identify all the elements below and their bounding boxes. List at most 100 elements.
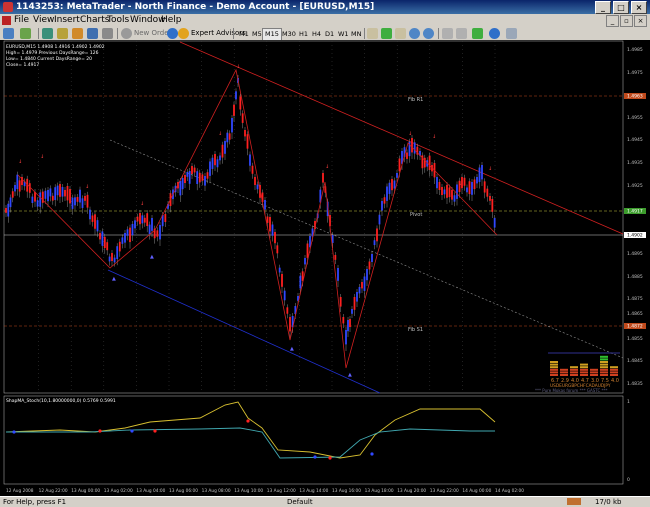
menu-view[interactable]: View bbox=[33, 15, 54, 25]
candle bbox=[413, 142, 416, 154]
candle bbox=[491, 199, 494, 212]
fib-r1-label: Fib R1 bbox=[408, 97, 423, 103]
market-watch-icon[interactable] bbox=[42, 28, 53, 39]
currency-strength-meter: 6.7 2.9 4.0 4.7 3.0 7.5 4.0 USDEURGBPCHF… bbox=[535, 352, 620, 393]
candle bbox=[351, 309, 353, 314]
candle bbox=[193, 167, 196, 173]
strength-bar bbox=[590, 371, 598, 374]
time-label: 14 Aug 00:00 bbox=[462, 488, 491, 494]
price-label: 1.4925 bbox=[627, 183, 643, 189]
strength-bar bbox=[580, 363, 588, 366]
candle bbox=[347, 320, 349, 332]
candle bbox=[251, 165, 254, 174]
candle bbox=[47, 190, 49, 202]
maximize-button[interactable]: □ bbox=[613, 1, 629, 14]
strategy-tester-icon[interactable] bbox=[102, 28, 113, 39]
candle bbox=[56, 185, 59, 196]
candle bbox=[451, 190, 453, 200]
candle bbox=[11, 191, 14, 198]
chart-info: EURUSD,M15 1.4908 1.4916 1.4902 1.4902 H… bbox=[6, 44, 105, 68]
strength-bar bbox=[570, 374, 578, 376]
chart-window-icon[interactable] bbox=[2, 16, 11, 25]
indicators-icon[interactable] bbox=[472, 28, 483, 39]
templates-icon[interactable] bbox=[506, 28, 517, 39]
time-label: 13 Aug 14:00 bbox=[299, 488, 328, 494]
bid-price-tag-text: 1.4902 bbox=[627, 233, 643, 239]
strength-bar bbox=[600, 366, 608, 369]
blue-trendline[interactable] bbox=[107, 269, 381, 394]
chart-info-line: Low= 1.4840 Current DaysRange= 20 bbox=[6, 56, 92, 62]
candle bbox=[386, 186, 388, 201]
price-label: 1.4865 bbox=[627, 311, 643, 317]
candle bbox=[304, 258, 306, 265]
price-label: 1.4875 bbox=[627, 296, 643, 302]
expert-advisors-icon[interactable] bbox=[178, 28, 189, 39]
indicator-cross-marker bbox=[313, 455, 317, 459]
close-button[interactable]: × bbox=[631, 1, 647, 14]
candle bbox=[206, 172, 209, 179]
chart-shift-icon[interactable] bbox=[456, 28, 467, 39]
strength-bar bbox=[600, 368, 608, 371]
profiles-icon[interactable] bbox=[20, 28, 31, 39]
candle bbox=[179, 181, 182, 196]
candle bbox=[235, 91, 237, 100]
candle bbox=[126, 229, 129, 236]
navigator-icon[interactable] bbox=[57, 28, 68, 39]
zoom-out-icon[interactable] bbox=[423, 28, 434, 39]
candle bbox=[276, 245, 279, 254]
candle bbox=[299, 275, 302, 289]
candle bbox=[226, 132, 229, 143]
bar-chart-icon[interactable] bbox=[367, 28, 378, 39]
title-bar: 1143253: MetaTrader - North Finance - De… bbox=[0, 0, 650, 14]
candle bbox=[209, 161, 211, 176]
zoom-in-icon[interactable] bbox=[409, 28, 420, 39]
data-window-icon[interactable] bbox=[72, 28, 83, 39]
price-axis: 1.4985 1.4975 1.4955 1.4945 1.4935 1.492… bbox=[624, 47, 646, 387]
candle bbox=[84, 196, 86, 201]
candle bbox=[353, 297, 356, 310]
indicator-scale-bottom: 0 bbox=[627, 477, 630, 483]
metaeditor-icon[interactable] bbox=[167, 28, 178, 39]
candle bbox=[398, 158, 401, 172]
candle bbox=[118, 241, 121, 252]
menu-help[interactable]: Help bbox=[161, 15, 182, 25]
strength-bar bbox=[580, 368, 588, 371]
price-chart[interactable]: ↓ ↓ ↓ ▲ ↓ ▲ ↓ ↓ ▲ ↓ ▲ ↓ ↓ ↓ ↓ EURUSD,M15 1.4908 1.4916… bbox=[0, 40, 650, 496]
menu-insert[interactable]: Insert bbox=[54, 15, 80, 25]
candle bbox=[5, 208, 7, 213]
line-chart-icon[interactable] bbox=[395, 28, 406, 39]
candle bbox=[322, 173, 324, 183]
candle bbox=[7, 203, 10, 217]
red-trendline[interactable] bbox=[179, 41, 624, 235]
minimize-button[interactable]: _ bbox=[595, 1, 611, 14]
new-chart-icon[interactable] bbox=[3, 28, 14, 39]
signal-arrow: ↓ bbox=[218, 131, 222, 137]
candle bbox=[269, 217, 271, 232]
time-label: 12 Aug 2008 bbox=[6, 488, 34, 494]
mdi-restore-button[interactable]: ▫ bbox=[620, 15, 633, 27]
strength-bar bbox=[550, 361, 558, 363]
mdi-close-button[interactable]: × bbox=[634, 15, 647, 27]
menu-file[interactable]: File bbox=[14, 15, 29, 25]
time-label: 13 Aug 16:00 bbox=[332, 488, 361, 494]
periods-icon[interactable] bbox=[489, 28, 500, 39]
menu-tools[interactable]: Tools bbox=[107, 15, 129, 25]
tile-windows-icon[interactable] bbox=[442, 28, 453, 39]
terminal-icon[interactable] bbox=[87, 28, 98, 39]
candle bbox=[31, 196, 34, 203]
signal-arrow: ↓ bbox=[325, 164, 329, 170]
candle bbox=[221, 144, 224, 158]
mdi-minimize-button[interactable]: _ bbox=[606, 15, 619, 27]
menu-charts[interactable]: Charts bbox=[80, 15, 109, 25]
new-order-button[interactable]: New Order bbox=[134, 28, 171, 39]
candle bbox=[443, 189, 446, 195]
candle bbox=[241, 113, 244, 123]
candle bbox=[486, 188, 489, 197]
new-order-icon[interactable] bbox=[121, 28, 132, 39]
candle bbox=[345, 330, 347, 345]
signal-arrow: ↓ bbox=[408, 131, 412, 137]
chart-window[interactable]: ↓ ↓ ↓ ▲ ↓ ▲ ↓ ↓ ▲ ↓ ▲ ↓ ↓ ↓ ↓ EURUSD,M15 1.4908 1.4916… bbox=[0, 40, 650, 496]
strength-bar bbox=[610, 366, 618, 369]
signal-arrow: ▲ bbox=[348, 372, 352, 378]
candlestick-icon[interactable] bbox=[381, 28, 392, 39]
